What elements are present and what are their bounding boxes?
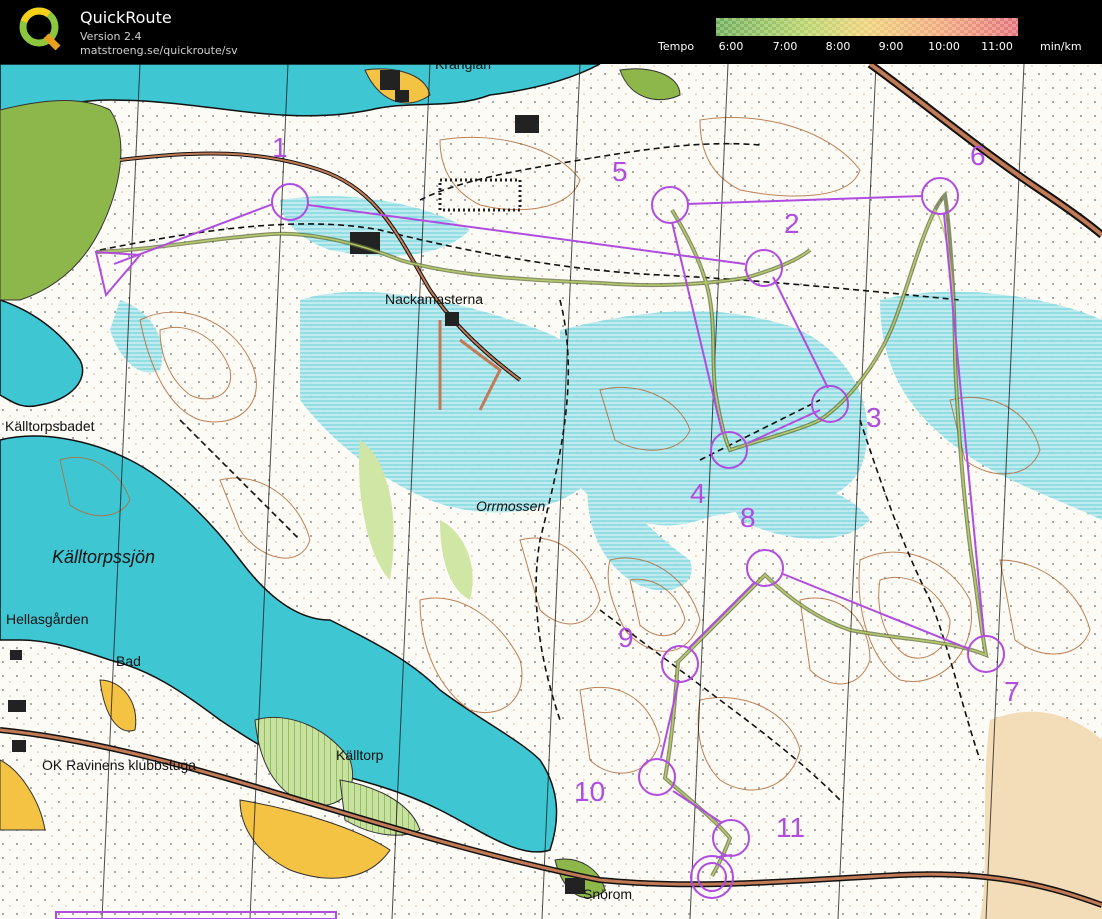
tempo-unit: min/km: [1040, 40, 1082, 53]
place-nackamasterna: Nackamasterna: [385, 291, 484, 307]
tempo-tick-9: 9:00: [878, 40, 904, 53]
place-bad: Bad: [116, 653, 141, 669]
control-number-11: 11: [776, 812, 806, 843]
app-version: Version 2.4: [80, 30, 142, 43]
tempo-color-scale: [716, 18, 1018, 36]
control-number-7: 7: [1004, 676, 1020, 707]
control-number-4: 4: [690, 478, 706, 509]
tempo-tick-10: 10:00: [928, 40, 960, 53]
control-number-8: 8: [740, 502, 756, 533]
tempo-tick-11: 11:00: [981, 40, 1013, 53]
place-krangian: Krångian: [435, 64, 492, 72]
control-number-2: 2: [784, 208, 800, 239]
app-name: QuickRoute: [80, 8, 172, 27]
place-hellasgarden: Hellasgården: [6, 611, 89, 627]
map-canvas: [0, 64, 1102, 919]
place-kalltorpsbadet: Källtorpsbadet: [5, 418, 95, 434]
tempo-tick-6: 6:00: [718, 40, 744, 53]
control-number-10: 10: [574, 776, 606, 807]
control-number-6: 6: [970, 140, 986, 171]
control-number-5: 5: [612, 156, 628, 187]
marsh-name: Orrmossen: [476, 498, 546, 514]
app-header: QuickRoute Version 2.4 matstroeng.se/qui…: [0, 0, 1102, 64]
tempo-label: Tempo: [658, 40, 695, 53]
quickroute-logo-icon: [19, 7, 61, 50]
control-number-3: 3: [866, 402, 882, 433]
control-number-1: 1: [272, 132, 288, 163]
tempo-tick-7: 7:00: [772, 40, 798, 53]
lake-name: Källtorpssjön: [52, 547, 156, 567]
place-snorom: Snörom: [583, 886, 633, 902]
place-kalltorp: Källtorp: [336, 747, 384, 763]
place-ok-ravinen: OK Ravinens klubbstuga: [42, 757, 197, 773]
tempo-tick-8: 8:00: [825, 40, 851, 53]
orienteering-map[interactable]: Krångian Nackamasterna Källtorpsbadet He…: [0, 64, 1102, 919]
control-number-9: 9: [618, 622, 634, 653]
app-url: matstroeng.se/quickroute/sv: [80, 44, 238, 57]
